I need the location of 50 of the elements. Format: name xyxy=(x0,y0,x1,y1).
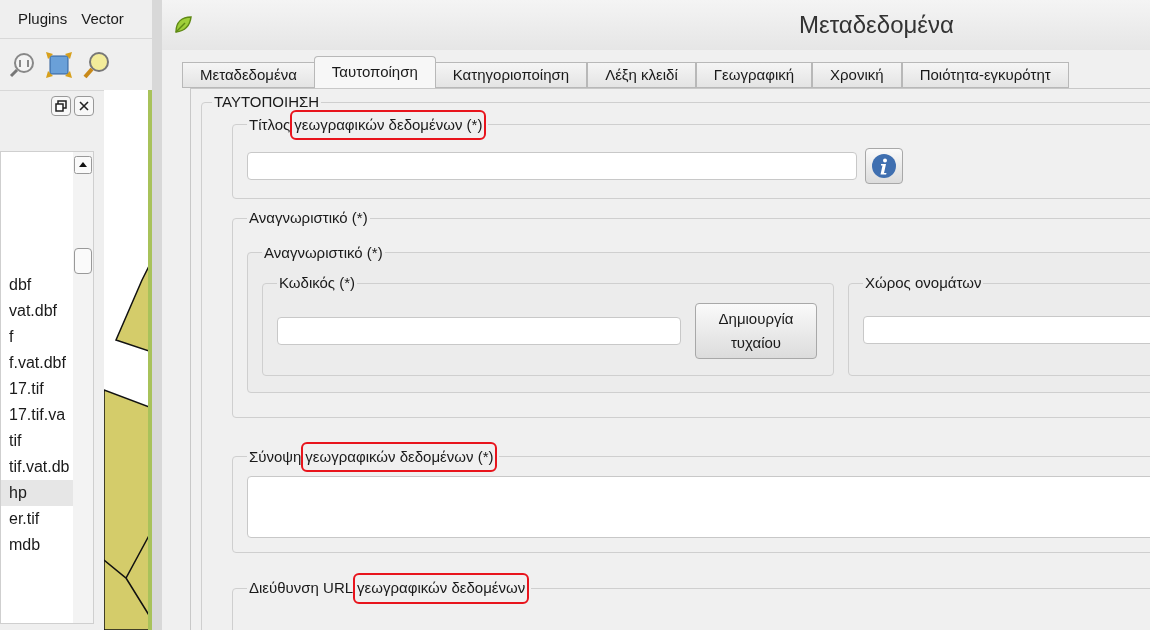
tab[interactable]: Ποιότητα-εγκυρότητ xyxy=(901,62,1069,88)
close-panel-button[interactable] xyxy=(74,96,94,116)
browser-item[interactable]: dbf xyxy=(1,272,73,298)
title-input-field[interactable] xyxy=(247,152,857,180)
tab[interactable]: Λέξη κλειδί xyxy=(587,62,696,88)
browser-item[interactable]: tif xyxy=(1,428,73,454)
browser-item[interactable]: 17.tif xyxy=(1,376,73,402)
browser-item[interactable]: f.vat.dbf xyxy=(1,350,73,376)
highlighted-text: γεωγραφικών δεδομένων xyxy=(353,573,530,604)
tab[interactable]: Κατηγοριοποίηση xyxy=(434,62,588,88)
menu-item[interactable]: Plugins xyxy=(18,7,68,31)
section-title: ΤΑΥΤΟΠΟΙΗΣΗ xyxy=(214,93,320,110)
restore-icon xyxy=(55,100,67,112)
group-title: Διεύθυνση URL xyxy=(249,578,354,598)
browser-item[interactable]: tif.vat.db xyxy=(1,454,73,480)
group-title: Χώρος ονομάτων xyxy=(865,274,982,291)
tab[interactable]: Γεωγραφική xyxy=(695,62,813,88)
namespace-input-field[interactable] xyxy=(863,315,1150,344)
zoom-actual-size-icon[interactable] xyxy=(8,50,36,79)
tab[interactable]: Μεταδεδομένα xyxy=(182,62,315,88)
tab[interactable]: Χρονική xyxy=(812,62,902,88)
browser-item[interactable]: f xyxy=(1,324,73,350)
highlighted-text: γεωγραφικών δεδομένων (*) xyxy=(290,109,487,140)
close-icon xyxy=(79,101,89,111)
group-title: Αναγνωριστικό (*) xyxy=(264,243,383,261)
info-button[interactable] xyxy=(865,148,903,184)
float-panel-button[interactable] xyxy=(51,96,71,116)
zoom-layer-icon[interactable] xyxy=(82,49,112,80)
browser-item[interactable]: 17.tif.va xyxy=(1,402,73,428)
code-input-field[interactable] xyxy=(277,316,681,345)
generate-random-button[interactable]: Δημιουργία τυχαίου xyxy=(695,302,817,359)
zoom-full-icon[interactable] xyxy=(44,49,74,80)
highlighted-text: γεωγραφικών δεδομένων (*) xyxy=(301,441,498,472)
group-title: Σύνοψη xyxy=(249,446,302,467)
browser-item[interactable]: hp xyxy=(1,480,73,506)
info-icon xyxy=(871,153,897,179)
browser-item[interactable]: er.tif xyxy=(1,506,73,532)
browser-item[interactable]: vat.dbf xyxy=(1,298,73,324)
group-title: Τίτλος xyxy=(249,114,291,135)
window-title: Μεταδεδομένα xyxy=(799,10,954,40)
tab[interactable]: Ταυτοποίηση xyxy=(313,56,436,88)
app-logo-icon xyxy=(172,14,194,36)
scrollbar[interactable] xyxy=(73,152,93,623)
scroll-up-icon[interactable] xyxy=(74,156,92,174)
menu-item[interactable]: Vector xyxy=(81,7,124,31)
summary-text-area[interactable] xyxy=(247,476,1150,538)
scroll-thumb[interactable] xyxy=(74,248,92,274)
browser-item[interactable]: mdb xyxy=(1,532,73,558)
group-title: Κωδικός (*) xyxy=(279,274,356,291)
group-title: Αναγνωριστικό (*) xyxy=(249,208,368,228)
